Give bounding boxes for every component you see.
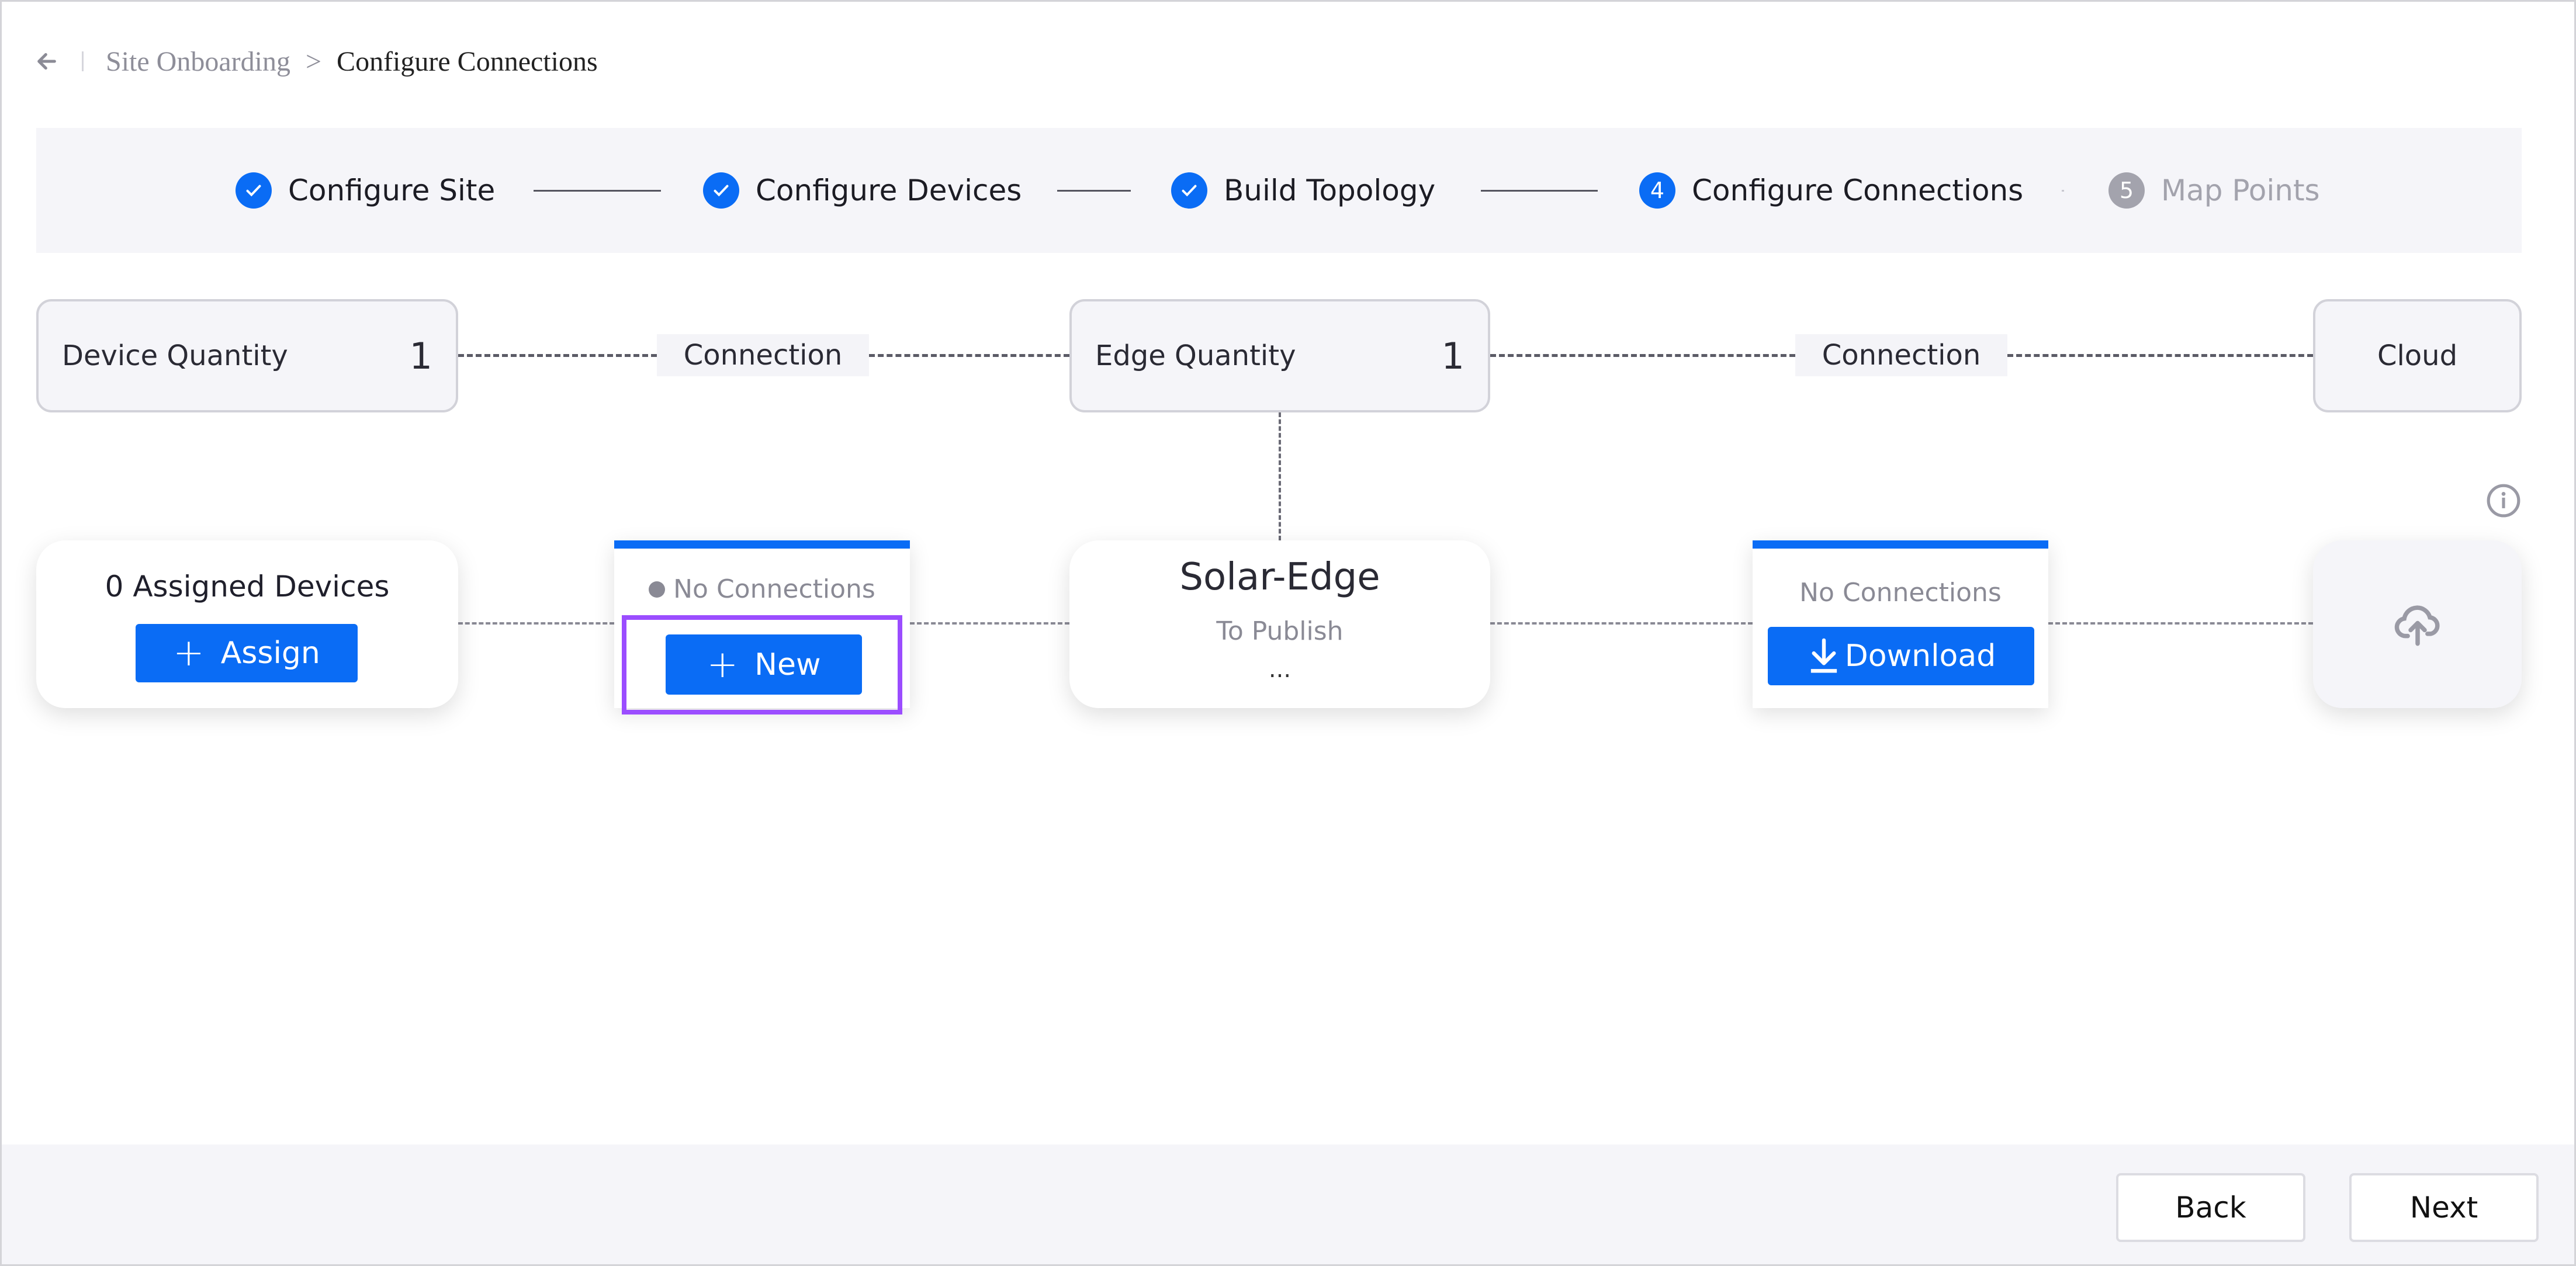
step-connector bbox=[534, 190, 661, 192]
step-number-badge: 4 bbox=[1639, 172, 1675, 209]
edge-name: Solar-Edge bbox=[1179, 556, 1380, 599]
new-button-label: New bbox=[754, 647, 821, 682]
step-connector bbox=[2062, 190, 2064, 192]
step-configure-connections[interactable]: 4 Configure Connections bbox=[1639, 128, 2023, 253]
next-button[interactable]: Next bbox=[2349, 1173, 2539, 1242]
step-label: Configure Connections bbox=[1692, 174, 2024, 207]
check-icon bbox=[236, 172, 272, 209]
assigned-devices-card: 0 Assigned Devices + Assign bbox=[36, 540, 458, 708]
device-quantity-box: Device Quantity 1 bbox=[36, 299, 458, 412]
connector-line bbox=[869, 354, 1069, 357]
step-connector bbox=[1481, 190, 1598, 192]
connector-line bbox=[458, 354, 657, 357]
connection-label: Connection bbox=[1795, 334, 2007, 376]
connector-line bbox=[910, 622, 1069, 625]
breadcrumb-divider bbox=[82, 51, 84, 71]
breadcrumb: Site Onboarding > Configure Connections bbox=[35, 41, 598, 82]
stepper: Configure Site Configure Devices Build T… bbox=[36, 128, 2522, 253]
device-connection-status: No Connections bbox=[614, 574, 910, 604]
download-button[interactable]: Download bbox=[1768, 627, 2034, 685]
connector-line bbox=[1490, 354, 1795, 357]
step-configure-site[interactable]: Configure Site bbox=[236, 128, 495, 253]
check-icon bbox=[703, 172, 739, 209]
connector-line bbox=[458, 622, 614, 625]
edge-quantity-value: 1 bbox=[1441, 334, 1464, 377]
edge-quantity-box: Edge Quantity 1 bbox=[1069, 299, 1490, 412]
breadcrumb-separator: > bbox=[305, 46, 322, 77]
new-connection-button[interactable]: + New bbox=[666, 634, 862, 695]
step-configure-devices[interactable]: Configure Devices bbox=[703, 128, 1022, 253]
device-quantity-label: Device Quantity bbox=[62, 339, 288, 372]
step-label: Map Points bbox=[2161, 174, 2320, 207]
assign-button-label: Assign bbox=[220, 636, 320, 671]
connector-line bbox=[2007, 354, 2313, 357]
step-label: Configure Site bbox=[288, 174, 496, 207]
edge-card[interactable]: Solar-Edge To Publish ... bbox=[1069, 540, 1490, 708]
step-label: Build Topology bbox=[1224, 174, 1436, 207]
breadcrumb-current: Configure Connections bbox=[337, 46, 598, 77]
step-map-points[interactable]: 5 Map Points bbox=[2108, 128, 2320, 253]
connector-line bbox=[2048, 622, 2313, 625]
device-quantity-value: 1 bbox=[409, 334, 432, 377]
download-icon bbox=[1806, 637, 1841, 675]
breadcrumb-parent-link[interactable]: Site Onboarding bbox=[106, 46, 290, 78]
edge-status: To Publish bbox=[1216, 616, 1344, 646]
step-connector bbox=[1057, 190, 1131, 192]
connector-line bbox=[1490, 622, 1753, 625]
edge-quantity-label: Edge Quantity bbox=[1095, 339, 1296, 372]
cloud-label: Cloud bbox=[2377, 339, 2458, 372]
cloud-card[interactable] bbox=[2313, 540, 2522, 708]
step-label: Configure Devices bbox=[756, 174, 1022, 207]
back-button[interactable]: Back bbox=[2116, 1173, 2305, 1242]
download-button-label: Download bbox=[1844, 639, 1996, 674]
arrow-left-icon[interactable] bbox=[35, 48, 61, 74]
cloud-upload-icon bbox=[2391, 598, 2444, 650]
plus-icon: + bbox=[707, 643, 739, 686]
connector-line-vertical bbox=[1279, 412, 1281, 540]
device-connection-status-text: No Connections bbox=[673, 574, 875, 604]
step-build-topology[interactable]: Build Topology bbox=[1171, 128, 1435, 253]
plus-icon: + bbox=[173, 632, 205, 675]
cloud-connection-card: No Connections Download bbox=[1753, 540, 2048, 708]
connection-label: Connection bbox=[657, 334, 869, 376]
assign-button[interactable]: + Assign bbox=[136, 624, 358, 682]
more-options-icon[interactable]: ... bbox=[1069, 656, 1490, 683]
device-connection-card: No Connections + New bbox=[614, 540, 910, 714]
assigned-devices-title: 0 Assigned Devices bbox=[105, 570, 390, 603]
info-icon[interactable] bbox=[2485, 483, 2522, 519]
check-icon bbox=[1171, 172, 1207, 209]
cloud-connection-status: No Connections bbox=[1799, 578, 2002, 608]
status-dot-icon bbox=[649, 581, 666, 598]
cloud-box: Cloud bbox=[2313, 299, 2522, 412]
step-number-badge: 5 bbox=[2108, 172, 2145, 209]
